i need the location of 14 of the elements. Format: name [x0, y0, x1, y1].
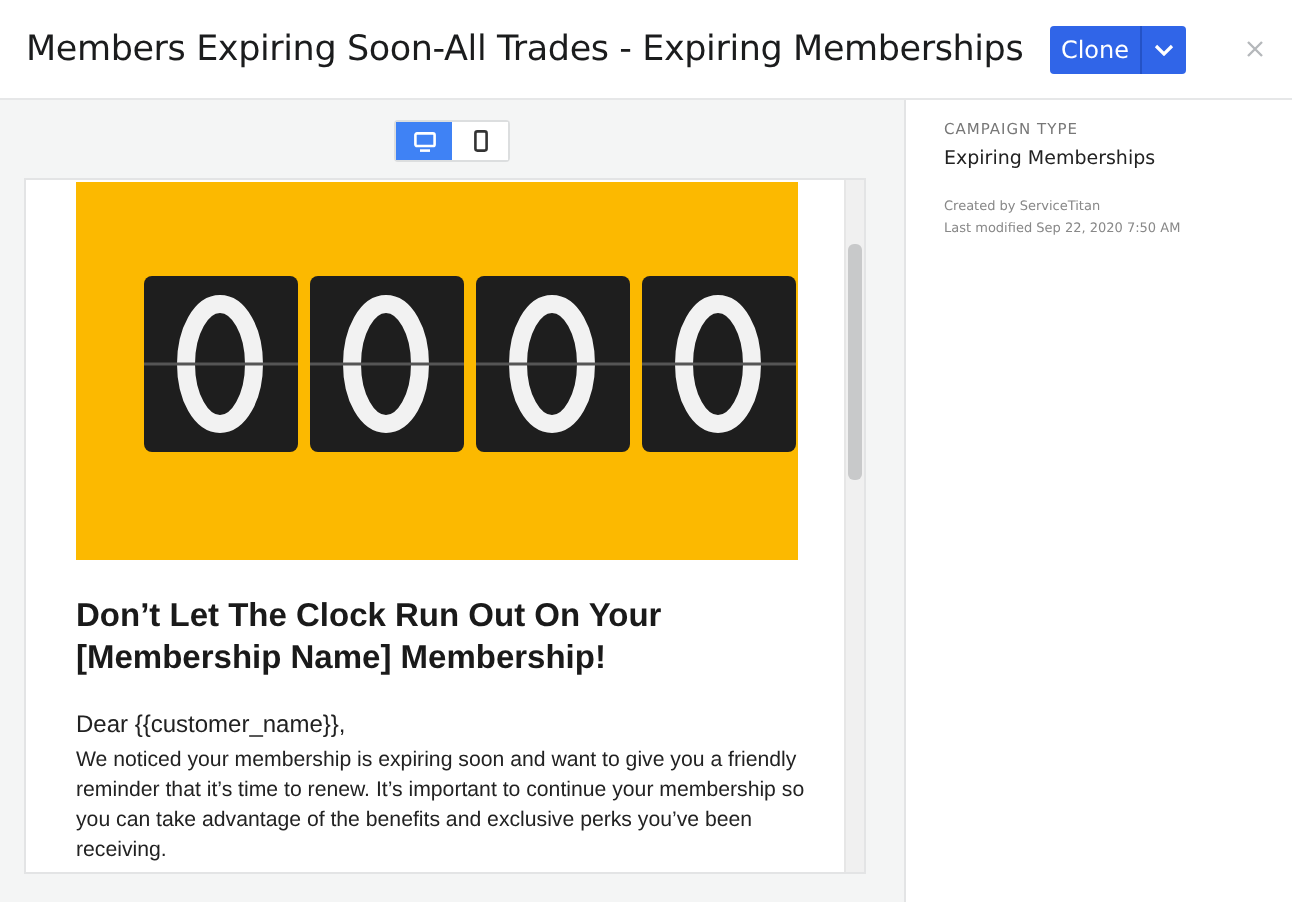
email-body-text: We noticed your membership is expiring soon and want to give you a friendly reminder that it’s time to renew. It’s important to continue your membership so you can take advantage of the benefits and exclusive perks you’ve been receiving.: [76, 746, 807, 866]
phone-icon: [473, 130, 487, 152]
dropdown-button[interactable]: [1140, 25, 1186, 73]
close-icon: [1246, 40, 1264, 58]
chevron-down-icon: [1154, 43, 1174, 55]
campaign-type-value: Expiring Memberships: [944, 148, 1158, 170]
greeting-text: Dear {{customer_name}},: [76, 710, 348, 738]
close-button[interactable]: [1242, 36, 1268, 62]
clone-button[interactable]: Clone: [1050, 25, 1140, 73]
desktop-view-button[interactable]: [396, 122, 452, 160]
email-heading: Don’t Let The Clock Run Out On Your [Membership Name] Membership!: [76, 596, 664, 680]
scrollbar-thumb[interactable]: [848, 244, 862, 480]
monitor-icon: [413, 131, 435, 151]
window-title: Members Expiring Soon-All Trades - Expiring Memberships: [26, 29, 1026, 69]
